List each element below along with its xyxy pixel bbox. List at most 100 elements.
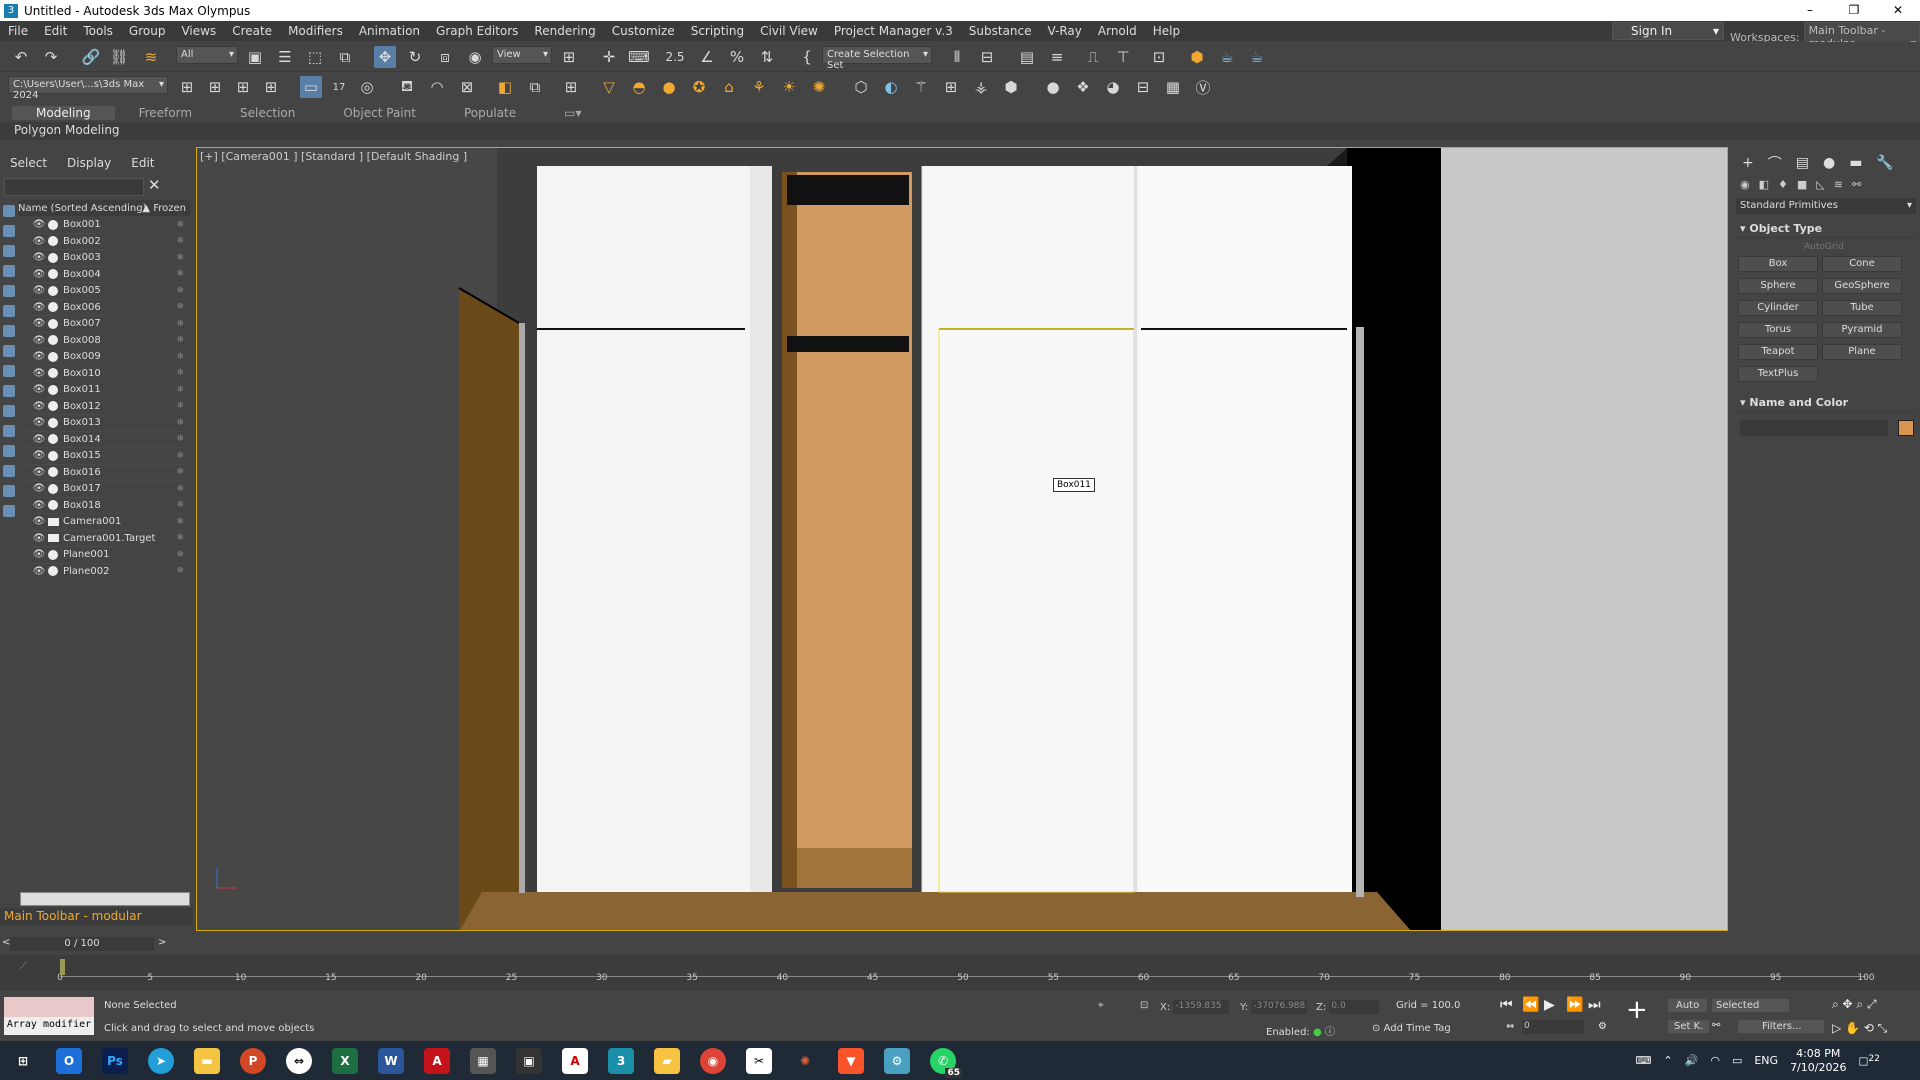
window-crossing-icon[interactable]: ⧉ — [334, 46, 356, 68]
snaps-toggle-icon[interactable]: 2.5 — [664, 46, 686, 68]
menu-customize[interactable]: Customize — [604, 24, 683, 38]
visibility-eye-icon[interactable]: 👁 — [32, 467, 46, 478]
start-icon[interactable]: ⊞ — [10, 1048, 36, 1074]
menu-rendering[interactable]: Rendering — [526, 24, 603, 38]
info-icon[interactable]: ⓘ — [1325, 1027, 1335, 1038]
place-icon[interactable]: ◉ — [464, 46, 486, 68]
project-icon-3[interactable]: ⊞ — [232, 76, 254, 98]
autocad-icon[interactable]: A — [562, 1047, 588, 1074]
list-item[interactable]: 👁 Plane001 ❄ — [18, 547, 190, 564]
visibility-eye-icon[interactable]: 👁 — [32, 450, 46, 461]
telegram-icon[interactable]: ➤ — [148, 1047, 174, 1074]
workspace-label[interactable]: Main Toolbar - modular — [0, 908, 193, 926]
filter-bones-icon[interactable] — [3, 365, 15, 377]
visibility-eye-icon[interactable]: 👁 — [32, 401, 46, 412]
filter-none-icon[interactable] — [3, 465, 15, 477]
list-item[interactable]: 👁 Box017 ❄ — [18, 481, 190, 498]
primitive-button-cone[interactable]: Cone — [1822, 256, 1902, 272]
menu-create[interactable]: Create — [224, 24, 280, 38]
visibility-eye-icon[interactable]: 👁 — [32, 335, 46, 346]
photoshop-icon[interactable]: Ps — [102, 1047, 128, 1074]
absolute-mode-icon[interactable]: ⊡ — [1140, 1000, 1148, 1011]
frozen-toggle-icon[interactable]: ❄ — [176, 236, 184, 246]
list-item[interactable]: 👁 Box003 ❄ — [18, 250, 190, 267]
render-setup-icon[interactable]: ☕ — [1216, 46, 1238, 68]
next-key-icon[interactable]: ⏩ — [1566, 997, 1583, 1013]
explorer-tab-edit[interactable]: Edit — [121, 156, 164, 170]
teamviewer-icon[interactable]: ⇔ — [286, 1047, 312, 1074]
list-item[interactable]: 👁 Box006 ❄ — [18, 299, 190, 316]
x-coordinate-field[interactable]: -1359.835 — [1173, 1000, 1230, 1014]
enabled-indicator-icon[interactable]: ● — [1313, 1027, 1322, 1038]
frozen-toggle-icon[interactable]: ❄ — [176, 401, 184, 411]
goto-end-icon[interactable]: ⏭ — [1588, 997, 1601, 1013]
time-config-icon[interactable]: ⚙ — [1598, 1021, 1607, 1032]
filter-helpers-icon[interactable] — [3, 285, 15, 297]
menu-vray[interactable]: V-Ray — [1040, 24, 1090, 38]
outlook-icon[interactable]: O — [56, 1047, 82, 1074]
tab-object-paint[interactable]: Object Paint — [319, 106, 440, 120]
primitive-button-sphere[interactable]: Sphere — [1738, 278, 1818, 294]
subtab-polygon-modeling[interactable]: Polygon Modeling — [14, 123, 120, 137]
list-item[interactable]: 👁 Box008 ❄ — [18, 332, 190, 349]
modify-tab-icon[interactable]: ⌒ — [1768, 153, 1782, 173]
selection-filter-dropdown[interactable]: All — [176, 46, 238, 64]
material-ball-icon[interactable]: ● — [1042, 76, 1064, 98]
list-item[interactable]: 👁 Box007 ❄ — [18, 316, 190, 333]
filter-frozen-icon[interactable] — [3, 405, 15, 417]
key-mode-toggle-icon[interactable]: ⚯ — [1712, 1020, 1720, 1031]
auto-key-button[interactable]: Auto — [1668, 999, 1708, 1012]
schematic-view-icon[interactable]: ⊡ — [1148, 46, 1170, 68]
visibility-eye-icon[interactable]: 👁 — [32, 566, 46, 577]
frozen-toggle-icon[interactable]: ❄ — [176, 451, 184, 461]
material-grid-icon[interactable]: ❖ — [1072, 76, 1094, 98]
object-type-rollout[interactable]: ▾ Object Type — [1736, 220, 1916, 238]
layer-explorer-icon[interactable]: ≡ — [1046, 46, 1068, 68]
sticky-notes-icon[interactable]: ▰ — [654, 1047, 680, 1074]
menu-project-manager[interactable]: Project Manager v.3 — [826, 24, 961, 38]
dope-sheet-icon[interactable]: ⊤ — [1112, 46, 1134, 68]
reference-coord-dropdown[interactable]: View — [492, 46, 552, 64]
filter-groups-icon[interactable] — [3, 325, 15, 337]
notification-icon[interactable]: ☐22 — [1858, 1053, 1880, 1069]
menu-views[interactable]: Views — [173, 24, 224, 38]
light-ambient-icon[interactable]: ⚘ — [748, 76, 770, 98]
filter-all-icon[interactable] — [3, 445, 15, 457]
visibility-eye-icon[interactable]: 👁 — [32, 285, 46, 296]
list-item[interactable]: 👁 Plane002 ❄ — [18, 563, 190, 580]
current-frame-marker[interactable] — [60, 959, 65, 975]
zoom-extents-icon[interactable]: ⌕ ✥ ⌕ ⤢ — [1832, 997, 1877, 1012]
vray-sphere-icon[interactable]: ◐ — [880, 76, 902, 98]
vray-grass-icon[interactable]: ⚶ — [970, 76, 992, 98]
frozen-toggle-icon[interactable]: ❄ — [176, 500, 184, 510]
select-by-name-icon[interactable]: ☰ — [274, 46, 296, 68]
helpers-category-icon[interactable]: ◺ — [1816, 178, 1824, 191]
menu-modifiers[interactable]: Modifiers — [280, 24, 351, 38]
list-item[interactable]: 👁 Box004 ❄ — [18, 266, 190, 283]
utilities-tab-icon[interactable]: 🔧 — [1876, 155, 1893, 171]
move-icon[interactable]: ✥ — [374, 46, 396, 68]
vray-plane-icon[interactable]: ⊞ — [940, 76, 962, 98]
menu-civil-view[interactable]: Civil View — [752, 24, 826, 38]
menu-tools[interactable]: Tools — [75, 24, 121, 38]
shape-icon[interactable]: ◠ — [426, 76, 448, 98]
battery-icon[interactable]: ▭ — [1732, 1054, 1742, 1067]
y-coordinate-field[interactable]: -37076.988 — [1251, 1000, 1308, 1014]
goto-start-icon[interactable]: ⏮ — [1500, 997, 1513, 1013]
column-frozen-header[interactable]: ▲ Frozen — [142, 203, 186, 214]
light-ies-icon[interactable]: ⌂ — [718, 76, 740, 98]
light-sphere-icon[interactable]: ● — [658, 76, 680, 98]
frozen-toggle-icon[interactable]: ❄ — [176, 467, 184, 477]
primitive-button-box[interactable]: Box — [1738, 256, 1818, 272]
visibility-eye-icon[interactable]: 👁 — [32, 302, 46, 313]
camera-icon[interactable]: ◎ — [356, 76, 378, 98]
maximize-button[interactable]: ❐ — [1832, 0, 1876, 21]
menu-group[interactable]: Group — [121, 24, 174, 38]
explorer-options-icon[interactable] — [3, 505, 15, 517]
list-item[interactable]: 👁 Box014 ❄ — [18, 431, 190, 448]
filter-spacewarps-icon[interactable] — [3, 305, 15, 317]
menu-arnold[interactable]: Arnold — [1090, 24, 1145, 38]
vray-logo-icon[interactable]: Ⓥ — [1192, 76, 1214, 98]
curve-icon[interactable]: ⟋ — [20, 961, 27, 972]
z-coordinate-field[interactable]: 0.0 — [1329, 1000, 1380, 1014]
